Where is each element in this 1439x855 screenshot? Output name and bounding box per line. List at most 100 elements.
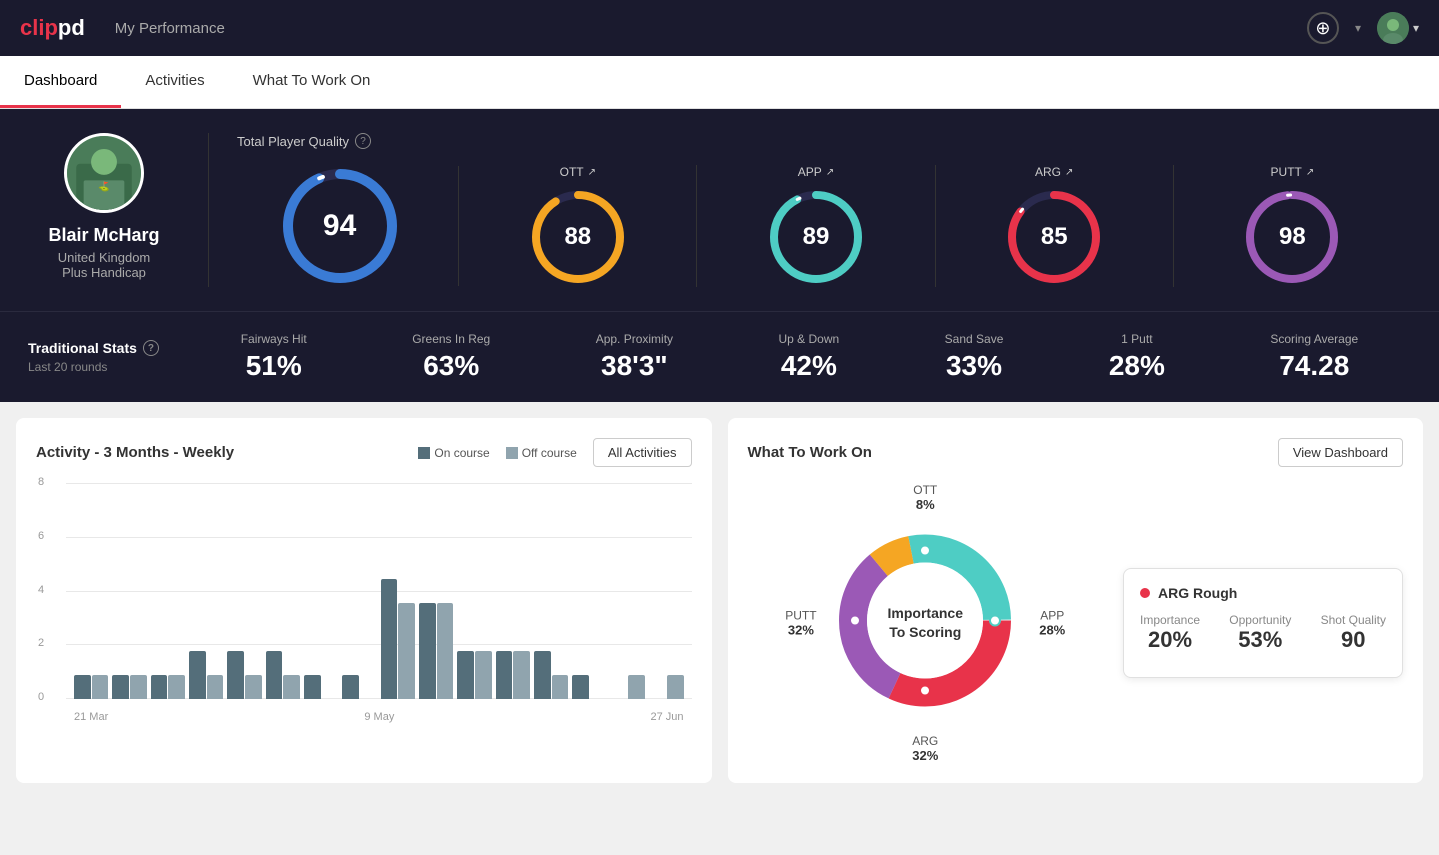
bar-group-0 xyxy=(74,675,108,699)
ott-arrow: ↗ xyxy=(588,167,596,178)
score-card-putt: PUTT ↗ 98 xyxy=(1174,165,1411,287)
app-segment-percent: 28% xyxy=(1039,623,1065,638)
gauge-app: 89 xyxy=(766,187,866,287)
metric-opportunity-label: Opportunity xyxy=(1229,613,1291,627)
stat-proximity-value: 38'3" xyxy=(596,350,673,382)
view-dashboard-button[interactable]: View Dashboard xyxy=(1278,438,1403,467)
metric-opportunity: Opportunity 53% xyxy=(1229,613,1291,653)
x-label-jun: 27 Jun xyxy=(650,711,683,723)
avatar-chevron: ▾ xyxy=(1413,21,1419,35)
wtwo-content: OTT 8% APP 28% ARG 32% PUTT xyxy=(748,483,1404,763)
x-label-may: 9 May xyxy=(364,711,394,723)
stats-subtitle: Last 20 rounds xyxy=(28,360,188,374)
stat-updown-value: 42% xyxy=(779,350,840,382)
donut-label-putt: PUTT 32% xyxy=(785,609,816,638)
activity-header-right: On course Off course All Activities xyxy=(418,438,691,467)
all-activities-button[interactable]: All Activities xyxy=(593,438,692,467)
putt-segment-percent: 32% xyxy=(785,623,816,638)
bar-group-10 xyxy=(457,651,491,699)
bar-oncourse-2 xyxy=(151,675,168,699)
donut-wrapper: OTT 8% APP 28% ARG 32% PUTT xyxy=(785,483,1065,763)
hero-section: ⛳ Blair McHarg United Kingdom Plus Handi… xyxy=(0,109,1439,311)
gauge-main: 94 xyxy=(280,166,400,286)
nav-tabs: Dashboard Activities What To Work On xyxy=(0,56,1439,109)
app-header: clippd My Performance ⊕ ▾ ▾ xyxy=(0,0,1439,56)
stat-greens-value: 63% xyxy=(412,350,490,382)
detail-card: ARG Rough Importance 20% Opportunity 53%… xyxy=(1123,568,1403,678)
scores-section: Total Player Quality ? 94 xyxy=(208,133,1411,287)
ott-label: OTT ↗ xyxy=(560,165,596,179)
avatar-button[interactable]: ▾ xyxy=(1377,12,1419,44)
stat-proximity: App. Proximity 38'3" xyxy=(596,332,673,382)
score-card-main: 94 xyxy=(237,166,459,286)
stat-sandsave-label: Sand Save xyxy=(945,332,1004,346)
header-title: My Performance xyxy=(115,20,225,37)
activity-panel: Activity - 3 Months - Weekly On course O… xyxy=(16,418,712,783)
tab-activities[interactable]: Activities xyxy=(121,56,228,108)
donut-svg-container: Importance To Scoring xyxy=(835,531,1015,716)
bar-group-11 xyxy=(496,651,530,699)
bar-offcourse-3 xyxy=(207,675,224,699)
bar-offcourse-8 xyxy=(398,603,415,699)
app-score: 89 xyxy=(803,223,830,251)
ott-segment-label: OTT xyxy=(913,483,937,497)
activity-chart-title: Activity - 3 Months - Weekly xyxy=(36,444,234,461)
stat-fairways-label: Fairways Hit xyxy=(241,332,307,346)
stat-oneputt: 1 Putt 28% xyxy=(1109,332,1165,382)
svg-text:⛳: ⛳ xyxy=(98,181,110,193)
tab-what-to-work-on[interactable]: What To Work On xyxy=(229,56,395,108)
app-segment-label: APP xyxy=(1039,609,1065,623)
putt-label: PUTT ↗ xyxy=(1271,165,1315,179)
bar-oncourse-5 xyxy=(266,651,283,699)
add-button[interactable]: ⊕ xyxy=(1307,12,1339,44)
stat-sandsave: Sand Save 33% xyxy=(945,332,1004,382)
wtwo-title: What To Work On xyxy=(748,444,872,461)
tab-dashboard[interactable]: Dashboard xyxy=(0,56,121,108)
bar-offcourse-15 xyxy=(667,675,684,699)
bar-group-8 xyxy=(381,579,415,699)
gauge-arg: 85 xyxy=(1004,187,1104,287)
bar-oncourse-11 xyxy=(496,651,513,699)
bar-oncourse-1 xyxy=(112,675,129,699)
arg-segment-percent: 32% xyxy=(912,748,938,763)
stat-fairways: Fairways Hit 51% xyxy=(241,332,307,382)
bar-group-6 xyxy=(304,675,338,699)
activity-chart-area: 8 6 4 2 0 21 Mar 9 May 27 Jun xyxy=(36,483,692,723)
card-detail-title: ARG Rough xyxy=(1158,585,1237,601)
bar-group-9 xyxy=(419,603,453,699)
ott-segment-percent: 8% xyxy=(913,497,937,512)
bar-group-3 xyxy=(189,651,223,699)
logo-clip: clip xyxy=(20,15,58,40)
traditional-stats: Traditional Stats ? Last 20 rounds Fairw… xyxy=(0,311,1439,402)
metric-shotquality-label: Shot Quality xyxy=(1321,613,1386,627)
bar-group-1 xyxy=(112,675,146,699)
logo: clippd xyxy=(20,15,85,41)
legend-oncourse-dot xyxy=(418,447,430,459)
metric-importance-label: Importance xyxy=(1140,613,1200,627)
bar-offcourse-12 xyxy=(552,675,569,699)
player-handicap: Plus Handicap xyxy=(62,265,146,280)
player-avatar: ⛳ xyxy=(64,133,144,213)
player-info: ⛳ Blair McHarg United Kingdom Plus Handi… xyxy=(28,133,208,287)
bar-group-2 xyxy=(151,675,185,699)
stats-help-icon[interactable]: ? xyxy=(143,340,159,356)
bar-offcourse-11 xyxy=(513,651,530,699)
tpq-score: 94 xyxy=(323,209,356,243)
score-card-app: APP ↗ 89 xyxy=(697,165,935,287)
gauge-putt: 98 xyxy=(1242,187,1342,287)
bar-offcourse-5 xyxy=(283,675,300,699)
bar-offcourse-10 xyxy=(475,651,492,699)
score-card-ott: OTT ↗ 88 xyxy=(459,165,697,287)
stats-label: Traditional Stats ? Last 20 rounds xyxy=(28,340,188,374)
bars-container xyxy=(66,483,692,699)
donut-label-arg: ARG 32% xyxy=(912,734,938,763)
bar-offcourse-0 xyxy=(92,675,109,699)
bar-group-12 xyxy=(534,651,568,699)
stat-greens-label: Greens In Reg xyxy=(412,332,490,346)
legend-oncourse: On course xyxy=(418,446,489,460)
wtwo-panel-header: What To Work On View Dashboard xyxy=(748,438,1404,467)
bar-oncourse-9 xyxy=(419,603,436,699)
bar-oncourse-6 xyxy=(304,675,321,699)
tpq-help-icon[interactable]: ? xyxy=(355,133,371,149)
header-actions: ⊕ ▾ ▾ xyxy=(1307,12,1419,44)
